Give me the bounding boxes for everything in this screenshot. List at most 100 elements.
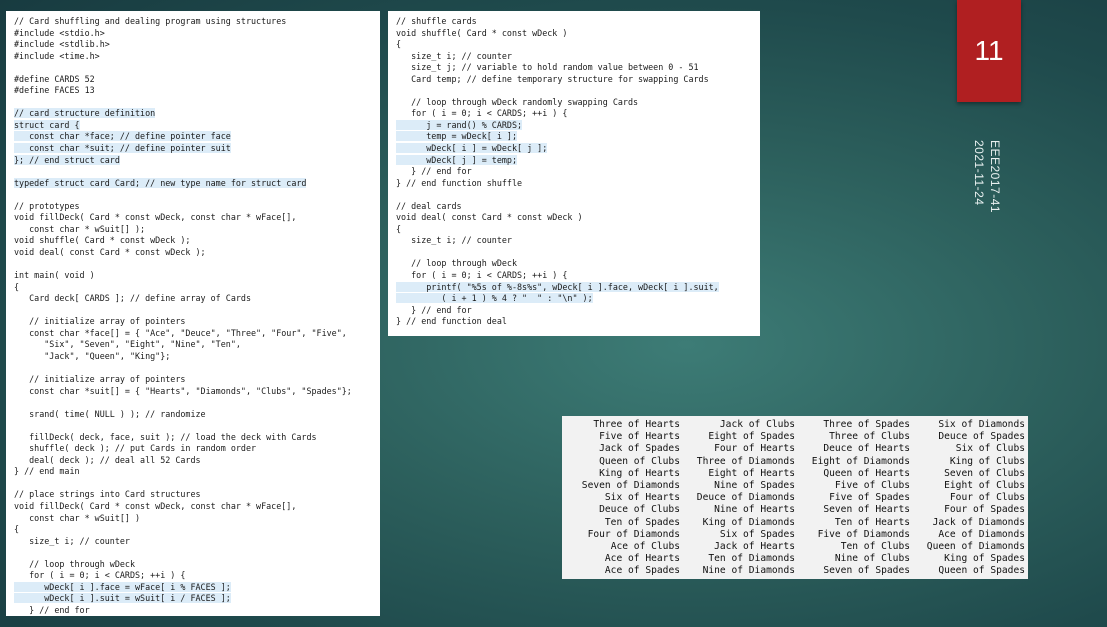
code-line: for ( i = 0; i < CARDS; ++i ) {: [396, 108, 754, 120]
code-text: {: [14, 524, 20, 535]
output-card: Ace of Clubs: [610, 540, 680, 552]
output-row: Ace of Spades Nine of Diamonds Seven of Sp…: [565, 565, 1025, 577]
code-line: // loop through wDeck randomly swapping …: [396, 97, 754, 109]
output-row: Deuce of Clubs Nine of Hearts Seven of Hea…: [565, 504, 1025, 516]
code-line: wDeck[ i ].face = wFace[ i % FACES ];: [14, 581, 374, 594]
output-card: Five of Clubs: [834, 479, 910, 491]
code-text: #include <stdio.h>: [14, 27, 105, 38]
code-text: fillDeck( deck, face, suit ); // load th…: [14, 431, 317, 442]
code-text: void fillDeck( Card * const wDeck, const…: [14, 500, 297, 511]
code-line: const char * wSuit[] ): [14, 513, 374, 525]
code-text: const char * wSuit[] );: [14, 223, 146, 234]
code-line: // prototypes: [14, 201, 374, 213]
output-card: Eight of Hearts: [708, 467, 795, 479]
output-card: Jack of Diamonds: [932, 516, 1025, 528]
code-text: // initialize array of pointers: [14, 316, 186, 327]
code-text: } // end for: [396, 166, 472, 177]
code-text: {: [14, 281, 20, 292]
code-line: deal( deck ); // deal all 52 Cards: [14, 455, 374, 467]
code-line: wDeck[ i ].suit = wSuit[ i / FACES ];: [14, 593, 374, 605]
code-line: "Six", "Seven", "Eight", "Nine", "Ten",: [14, 339, 374, 351]
code-text: } // end for: [14, 604, 90, 615]
output-card: Queen of Clubs: [599, 455, 680, 467]
code-text: // deal cards: [396, 200, 462, 211]
code-text: wDeck[ i ].face = wFace[ i % FACES ];: [14, 581, 231, 592]
code-line: // place strings into Card structures: [14, 489, 374, 501]
output-card: Four of Spades: [944, 504, 1025, 516]
code-line: Card deck[ CARDS ]; // define array of C…: [14, 293, 374, 305]
code-text: for ( i = 0; i < CARDS; ++i ) {: [14, 570, 186, 581]
code-text: size_t i; // counter: [14, 535, 130, 546]
code-line: printf( "%5s of %-8s%s", wDeck[ i ].face…: [396, 281, 754, 294]
code-line: srand( time( NULL ) ); // randomize: [14, 409, 374, 421]
code-line: void fillDeck( Card * const wDeck, const…: [14, 212, 374, 224]
output-card: Nine of Spades: [714, 479, 795, 491]
output-row: Six of Hearts Deuce of Diamonds Five of Sp…: [565, 492, 1025, 504]
code-line: #include <stdio.h>: [14, 28, 374, 40]
code-line: }; // end struct card: [14, 154, 374, 167]
code-line: ( i + 1 ) % 4 ? " " : "\n" );: [396, 293, 754, 305]
output-row: Ace of Clubs Jack of Hearts Ten of Clubs Qu…: [565, 541, 1025, 553]
output-card: Nine of Diamonds: [702, 565, 795, 577]
code-line: typedef struct card Card; // new type na…: [14, 177, 374, 190]
code-text: temp = wDeck[ i ];: [396, 131, 518, 142]
output-row: Queen of Clubs Three of Diamonds Eight of …: [565, 456, 1025, 468]
output-card: Eight of Diamonds: [811, 455, 910, 467]
output-card: Seven of Diamonds: [581, 479, 680, 491]
code-text: const char *suit; // define pointer suit: [14, 143, 231, 154]
code-line: size_t i; // counter: [14, 536, 374, 548]
code-line: Card temp; // define temporary structure…: [396, 74, 754, 86]
output-card: Ten of Clubs: [840, 540, 910, 552]
code-text: void deal( const Card * const wDeck );: [14, 246, 206, 257]
code-line: {: [396, 39, 754, 51]
output-card: Queen of Hearts: [823, 467, 910, 479]
output-card: Eight of Clubs: [944, 479, 1025, 491]
output-card: Four of Diamonds: [587, 528, 680, 540]
code-line: shuffle( deck ); // put Cards in random …: [14, 443, 374, 455]
code-line: fillDeck( deck, face, suit ); // load th…: [14, 432, 374, 444]
code-text: #define CARDS 52: [14, 73, 95, 84]
code-text: #define FACES 13: [14, 85, 95, 96]
code-line: // deal cards: [396, 201, 754, 213]
output-card: King of Spades: [944, 553, 1025, 565]
code-line: temp = wDeck[ i ];: [396, 131, 754, 143]
code-line: void shuffle( Card * const wDeck ): [396, 28, 754, 40]
code-line: } // end main: [14, 466, 374, 478]
output-row: Four of Diamonds Six of Spades Five of Dia…: [565, 529, 1025, 541]
code-line: #define FACES 13: [14, 85, 374, 97]
output-card: King of Clubs: [949, 455, 1025, 467]
code-line: // initialize array of pointers: [14, 316, 374, 328]
code-line: size_t i; // counter: [396, 51, 754, 63]
code-text: typedef struct card Card; // new type na…: [14, 177, 307, 188]
output-card: Five of Hearts: [599, 431, 680, 443]
code-line: size_t i; // counter: [396, 235, 754, 247]
code-text: // initialize array of pointers: [14, 373, 186, 384]
output-card: Jack of Spades: [599, 443, 680, 455]
code-text: wDeck[ i ].suit = wSuit[ i / FACES ];: [14, 593, 231, 604]
code-line: wDeck[ j ] = temp;: [396, 154, 754, 167]
slide-number-badge: 11: [957, 0, 1021, 102]
code-text: } // end function deal: [396, 316, 507, 327]
code-text: // prototypes: [14, 200, 80, 211]
code-line: // card structure definition: [14, 108, 374, 120]
code-text: size_t i; // counter: [396, 235, 512, 246]
output-card: Ace of Spades: [604, 565, 680, 577]
slide-number: 11: [974, 35, 1004, 66]
code-line: {: [396, 224, 754, 236]
output-card: Deuce of Diamonds: [696, 492, 795, 504]
code-text: j = rand() % CARDS;: [396, 119, 523, 130]
code-line: const char *suit; // define pointer suit: [14, 143, 374, 155]
code-text: size_t j; // variable to hold random val…: [396, 62, 699, 73]
code-text: {: [396, 39, 402, 50]
code-text: size_t i; // counter: [396, 50, 512, 61]
code-text: } // end for: [396, 304, 472, 315]
code-line: const char *face[] = { "Ace", "Deuce", "…: [14, 328, 374, 340]
output-row: Three of Hearts Jack of Clubs Three of Spa…: [565, 419, 1025, 431]
output-card: Three of Diamonds: [696, 455, 795, 467]
output-row: King of Hearts Eight of Hearts Queen of He…: [565, 468, 1025, 480]
code-line: void shuffle( Card * const wDeck );: [14, 235, 374, 247]
